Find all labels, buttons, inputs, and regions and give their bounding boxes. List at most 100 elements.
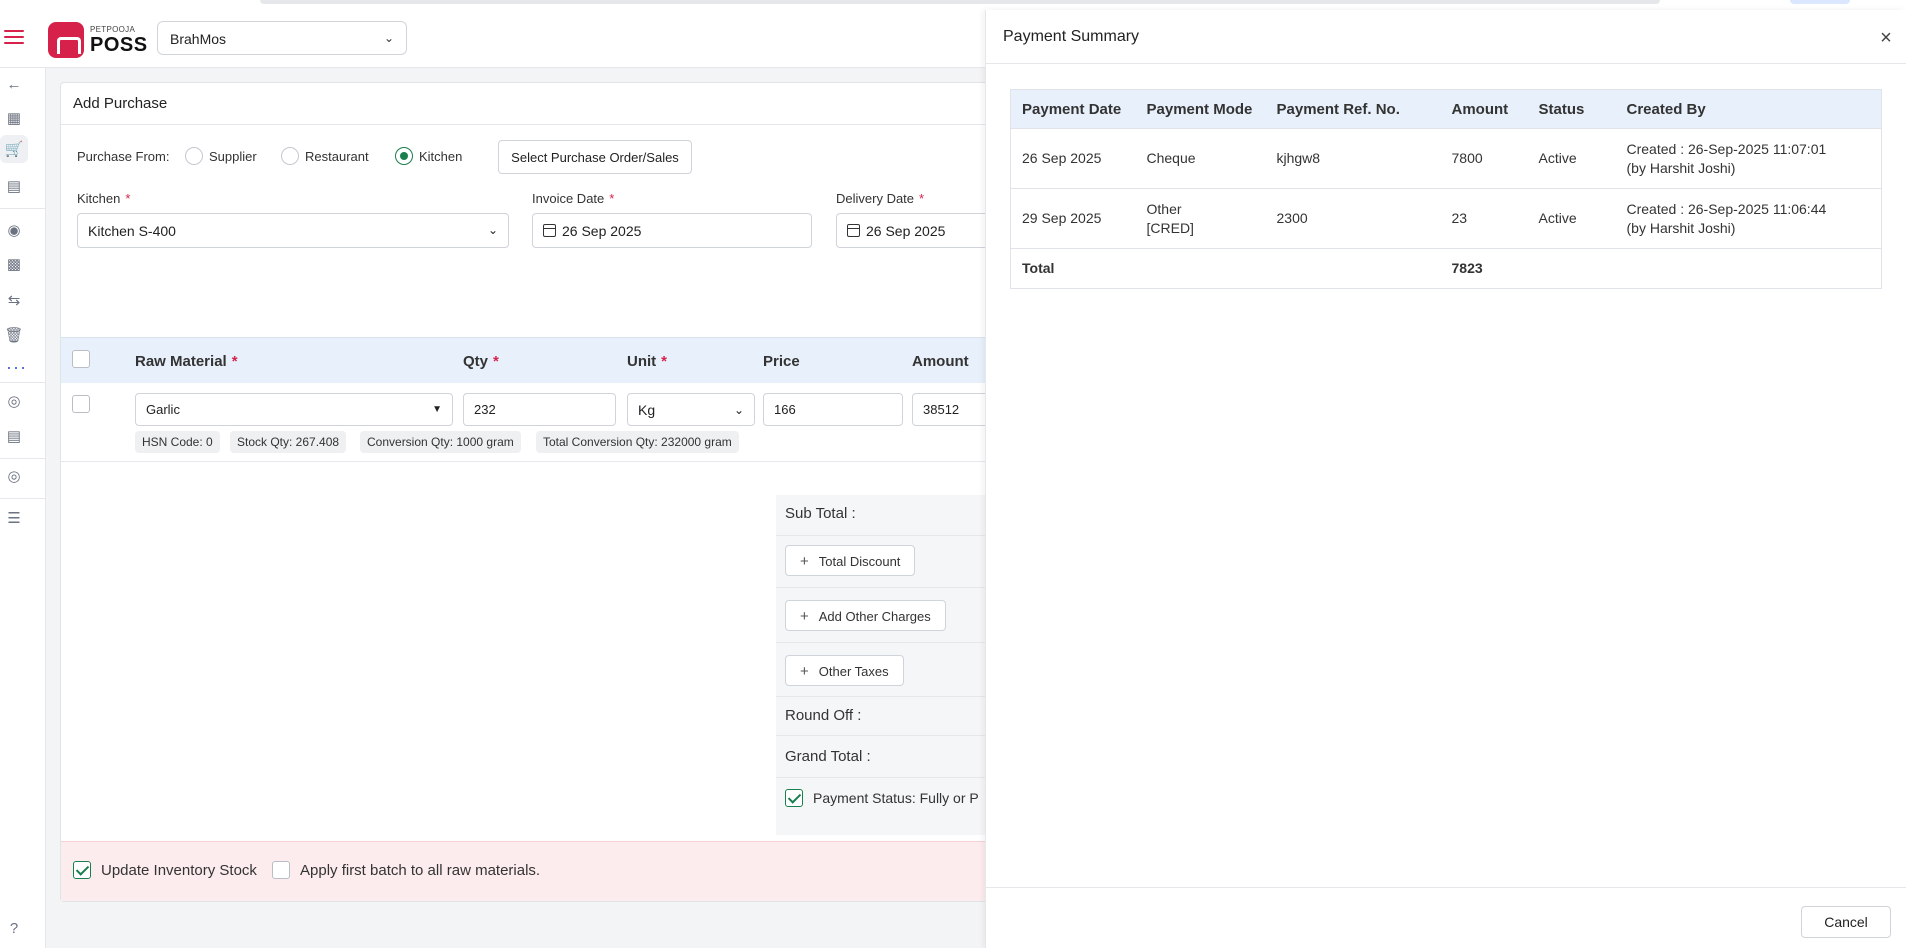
raw-material-select[interactable]: Garlic ▼ [135, 393, 453, 426]
delivery-date-value: 26 Sep 2025 [866, 223, 946, 239]
payment-status: Active [1527, 188, 1616, 249]
outlet-select[interactable]: BrahMos ⌄ [157, 21, 407, 55]
payment-table-header: Payment Date Payment Mode Payment Ref. N… [1010, 89, 1882, 129]
transfer-icon[interactable]: ⇆ [4, 290, 24, 310]
sidebar-divider [0, 208, 46, 209]
select-purchase-order-button[interactable]: Select Purchase Order/Sales [498, 140, 692, 174]
purchase-from-label: Purchase From: [77, 149, 170, 164]
payment-created-by: Created : 26-Sep-2025 11:06:44 (by Harshi… [1615, 188, 1882, 249]
kitchen-label: Kitchen * [77, 191, 131, 206]
column-price: Price [763, 353, 800, 370]
update-inventory-option[interactable]: Update Inventory Stock [73, 861, 257, 879]
select-all-checkbox[interactable] [72, 350, 90, 368]
price-value: 166 [774, 402, 796, 417]
payment-summary-drawer: Payment Summary × Payment Date Payment M… [985, 10, 1906, 948]
logo-mark [48, 22, 84, 58]
radio-circle [281, 147, 299, 165]
unit-value: Kg [638, 402, 656, 418]
cancel-button[interactable]: Cancel [1801, 906, 1891, 938]
inventory-icon[interactable]: ▦ [4, 108, 24, 128]
column-amount: Amount [912, 353, 969, 370]
radio-supplier[interactable]: Supplier [185, 147, 257, 165]
drawer-header: Payment Summary × [986, 10, 1906, 64]
apply-first-batch-checkbox[interactable] [272, 861, 290, 879]
payment-date: 29 Sep 2025 [1010, 188, 1136, 249]
row-checkbox[interactable] [72, 395, 90, 413]
column-raw-material: Raw Material * [135, 353, 238, 370]
column-unit: Unit * [627, 353, 668, 370]
price-input[interactable]: 166 [763, 393, 903, 426]
stock-icon[interactable]: ◉ [4, 220, 24, 240]
report-icon[interactable]: ▤ [4, 426, 24, 446]
column-created-by: Created By [1615, 89, 1882, 129]
radio-label: Supplier [209, 148, 257, 164]
hamburger-icon[interactable] [4, 30, 24, 46]
sidebar-divider [0, 458, 46, 459]
total-label: Total [1010, 248, 1136, 289]
row-divider [61, 461, 1019, 462]
update-inventory-label: Update Inventory Stock [101, 861, 257, 879]
payment-date: 26 Sep 2025 [1010, 128, 1136, 189]
hsn-code-chip: HSN Code: 0 [135, 431, 220, 453]
apply-first-batch-option[interactable]: Apply first batch to all raw materials. [272, 861, 540, 879]
page-title: Add Purchase [73, 95, 168, 112]
radio-restaurant[interactable]: Restaurant [281, 147, 369, 165]
help-icon[interactable]: ? [4, 918, 24, 938]
settings-panel-icon[interactable]: ☰ [4, 508, 24, 528]
invoice-date-value: 26 Sep 2025 [562, 223, 642, 239]
brand-small-text: PETPOOJA [90, 25, 136, 34]
payment-mode: Cheque [1135, 128, 1266, 189]
chevron-down-icon: ⌄ [733, 403, 744, 417]
column-payment-mode: Payment Mode [1135, 89, 1266, 129]
building-icon[interactable]: ▩ [4, 254, 24, 274]
radio-kitchen[interactable]: Kitchen [395, 147, 462, 165]
plus-icon: + [800, 663, 809, 680]
brand-name: POSS [90, 34, 148, 56]
payment-ref: kjhgw8 [1265, 128, 1441, 189]
title-divider [61, 124, 1019, 125]
apply-first-batch-label: Apply first batch to all raw materials. [300, 861, 541, 879]
more-dots-icon[interactable]: ··· [6, 358, 27, 376]
sidebar-divider [0, 498, 46, 499]
trash-icon[interactable]: 🗑 [4, 325, 24, 345]
raw-material-table-header: Raw Material * Qty * Unit * Price Amount [61, 337, 1019, 383]
kitchen-select[interactable]: Kitchen S-400 ⌄ [77, 213, 509, 248]
radio-circle [185, 147, 203, 165]
invoice-date-input[interactable]: 26 Sep 2025 [532, 213, 812, 248]
sidebar: ← ▦ 🛒 ▤ ◉ ▩ ⇆ 🗑 ··· ◎ ▤ ◎ ☰ ? [0, 68, 46, 948]
qty-input[interactable]: 232 [463, 393, 616, 426]
unit-select[interactable]: Kg ⌄ [627, 393, 755, 426]
drawer-footer: Cancel [986, 887, 1906, 948]
add-purchase-card: Add Purchase Purchase From: Supplier Res… [60, 82, 1032, 902]
calendar-icon [847, 224, 860, 237]
chevron-down-icon: ⌄ [383, 31, 394, 45]
other-taxes-button[interactable]: + Other Taxes [785, 655, 904, 686]
column-qty: Qty * [463, 353, 499, 370]
sidebar-divider [0, 382, 46, 383]
close-icon[interactable]: × [1875, 27, 1897, 49]
table-row: 26 Sep 2025 Cheque kjhgw8 7800 Active Cr… [1010, 128, 1882, 189]
payment-status-row[interactable]: Payment Status: Fully or P [785, 789, 979, 807]
radio-label: Restaurant [305, 148, 369, 164]
plus-icon: + [800, 608, 809, 625]
update-inventory-checkbox[interactable] [73, 861, 91, 879]
raw-material-value: Garlic [146, 402, 180, 417]
total-discount-button[interactable]: + Total Discount [785, 545, 916, 576]
sub-total-label: Sub Total : [785, 505, 856, 522]
clipboard-clock-icon[interactable]: ▤ [4, 176, 24, 196]
add-other-charges-button[interactable]: + Add Other Charges [785, 600, 946, 631]
payment-created-by: Created : 26-Sep-2025 11:07:01 (by Harshi… [1615, 128, 1882, 189]
column-amount: Amount [1440, 89, 1528, 129]
purchase-cart-icon[interactable]: 🛒 [0, 135, 28, 163]
top-pill [1790, 0, 1850, 4]
arrow-left-icon[interactable]: ← [4, 74, 24, 94]
petpooja-logo: PETPOOJA POSS [48, 20, 147, 58]
invoice-date-label: Invoice Date * [532, 191, 615, 206]
lifebuoy-icon[interactable]: ◎ [4, 466, 24, 486]
payment-amount: 23 [1440, 188, 1528, 249]
browser-top-strip [0, 0, 1906, 8]
dropdown-caret-icon: ▼ [432, 404, 442, 415]
payment-status-checkbox[interactable] [785, 789, 803, 807]
calendar-icon [543, 224, 556, 237]
support-icon[interactable]: ◎ [4, 391, 24, 411]
